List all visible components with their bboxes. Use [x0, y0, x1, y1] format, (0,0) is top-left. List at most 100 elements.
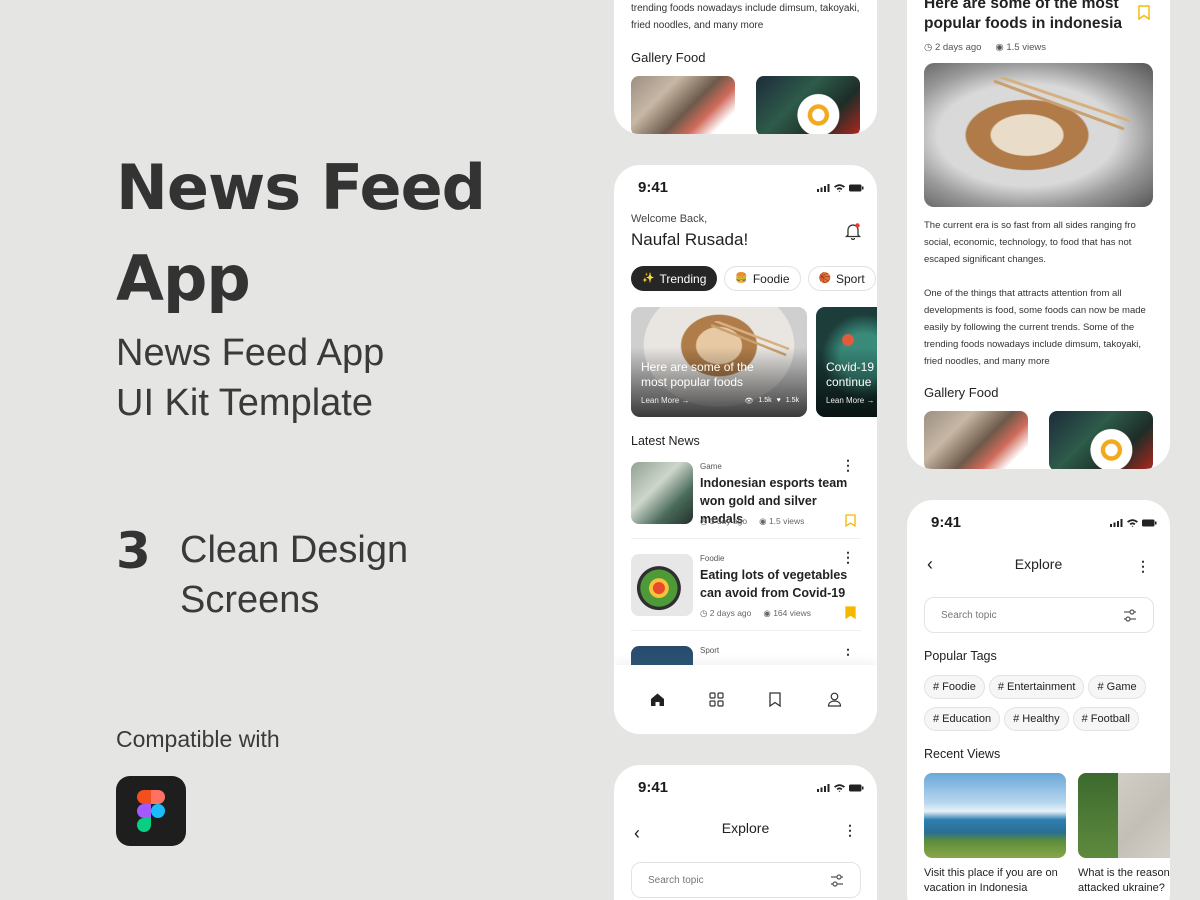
- recent-thumbnail: [924, 773, 1066, 858]
- tag-football[interactable]: # Football: [1072, 707, 1139, 731]
- gallery-image-1[interactable]: [924, 411, 1028, 469]
- news-meta: ◷ 2 days ago ◉ 164 views: [700, 608, 811, 618]
- more-options-icon[interactable]: ⋮: [1136, 559, 1150, 573]
- gallery-image-2[interactable]: [756, 76, 860, 134]
- wifi-icon: [1127, 518, 1138, 527]
- battery-icon: [849, 184, 864, 191]
- learn-more-link[interactable]: Lean More →: [641, 396, 689, 405]
- eye-icon: ◉: [759, 516, 767, 526]
- recent-item[interactable]: What is the reason attacked ukraine?: [1078, 773, 1170, 896]
- battery-icon: [849, 784, 864, 791]
- news-item[interactable]: Sport ⋮: [631, 646, 861, 666]
- heart-icon: ♥: [776, 397, 781, 404]
- tag-healthy[interactable]: # Healthy: [1004, 707, 1069, 731]
- featured-card-2[interactable]: Covid-19 continue Lean More →: [816, 307, 877, 417]
- explore-title: Explore: [721, 820, 770, 836]
- battery-icon: [1142, 519, 1157, 526]
- recent-thumbnail: [1078, 773, 1170, 858]
- tag-foodie[interactable]: # Foodie: [924, 675, 985, 699]
- explore-title: Explore: [1014, 556, 1063, 572]
- chip-label: Sport: [835, 271, 865, 286]
- headline-line2: popular foods in indonesia: [924, 15, 1123, 32]
- search-input[interactable]: Search topic: [924, 597, 1154, 633]
- feature-line1: Clean Design: [180, 529, 409, 571]
- filter-icon[interactable]: [830, 874, 844, 887]
- chip-label: Foodie: [752, 271, 790, 286]
- profile-icon[interactable]: [827, 692, 842, 707]
- tag-entertainment[interactable]: # Entertainment: [988, 675, 1085, 699]
- bottom-nav: [614, 665, 877, 734]
- sparkles-icon: ✨: [642, 273, 655, 284]
- featured-views: 1.5k: [758, 397, 772, 404]
- featured-stats: 👁 1.5k ♥ 1.5k: [744, 397, 799, 405]
- news-category: Sport: [700, 646, 720, 655]
- eye-icon: ◉: [995, 42, 1004, 53]
- promo-subtitle: News Feed App UI Kit Template: [116, 328, 384, 428]
- clock-icon: ◷: [924, 42, 933, 53]
- featured-title: Covid-19 continue: [826, 360, 875, 389]
- article-detail-screen: Here are some of the most popular foods …: [907, 0, 1170, 469]
- chip-label: Trending: [659, 271, 707, 286]
- welcome-text: Welcome Back,: [631, 213, 708, 225]
- recent-item[interactable]: Visit this place if you are on vacation …: [924, 773, 1066, 896]
- more-options-icon[interactable]: ⋮: [841, 550, 855, 564]
- para2-line2: developments is food, some foods can now…: [924, 305, 1146, 316]
- para2-line5: fried noodles, and many more: [924, 356, 1050, 367]
- more-options-icon[interactable]: ⋮: [843, 823, 857, 837]
- notification-bell-icon[interactable]: [844, 222, 862, 241]
- signal-icon: [817, 783, 830, 792]
- more-options-icon[interactable]: ⋮: [841, 458, 855, 472]
- promo-subtitle-line1: News Feed App: [116, 332, 385, 374]
- grid-icon[interactable]: [709, 692, 724, 707]
- tag-list: # Foodie # Entertainment # Game # Educat…: [924, 675, 1164, 739]
- gallery-image-2[interactable]: [1049, 411, 1153, 469]
- promo-title-line2: App: [116, 242, 251, 315]
- bookmark-nav-icon[interactable]: [769, 692, 781, 707]
- article-paragraph-2: One of the things that attracts attentio…: [924, 285, 1156, 370]
- signal-icon: [1110, 518, 1123, 527]
- article-time: 2 days ago: [934, 42, 982, 53]
- category-chips: ✨Trending 🍔Foodie 🏀Sport 🎮: [631, 266, 877, 291]
- clock-icon: ◷: [700, 516, 708, 526]
- para1-line1: The current era is so fast from all side…: [924, 220, 1136, 231]
- wifi-icon: [834, 783, 845, 792]
- bookmark-icon[interactable]: [1138, 5, 1150, 20]
- learn-more-link[interactable]: Lean More →: [826, 396, 874, 405]
- divider: [631, 630, 861, 631]
- eye-icon: ◉: [763, 608, 771, 618]
- promo-title: News Feed App: [116, 142, 486, 324]
- clock-icon: ◷: [700, 608, 708, 618]
- news-thumbnail: [631, 554, 693, 616]
- article-meta: ◷ 2 days ago ◉ 1.5 views: [924, 42, 1046, 53]
- filter-icon[interactable]: [1123, 609, 1137, 622]
- promo-subtitle-line2: UI Kit Template: [116, 382, 373, 424]
- latest-news-title: Latest News: [631, 434, 700, 448]
- more-options-icon[interactable]: ⋮: [841, 646, 855, 656]
- bookmark-icon[interactable]: [845, 514, 856, 527]
- bookmark-filled-icon[interactable]: [845, 606, 856, 619]
- news-thumbnail: [631, 462, 693, 524]
- status-bar: 9:41: [638, 179, 864, 196]
- tag-education[interactable]: # Education: [924, 707, 1001, 731]
- home-icon[interactable]: [650, 692, 665, 707]
- featured-card-1[interactable]: Here are some of the most popular foods …: [631, 307, 807, 417]
- tree-shape: [1078, 773, 1118, 858]
- chip-trending[interactable]: ✨ Trending: [631, 266, 718, 291]
- basketball-icon: 🏀: [818, 273, 831, 284]
- gallery-image-1[interactable]: [631, 76, 735, 134]
- tag-game[interactable]: # Game: [1088, 675, 1146, 699]
- news-item[interactable]: Foodie Eating lots of vegetables can avo…: [631, 550, 861, 634]
- compatible-label: Compatible with: [116, 726, 280, 752]
- user-name: Naufal Rusada!: [631, 230, 749, 249]
- featured-likes: 1.5k: [785, 397, 799, 404]
- news-item[interactable]: Game Indonesian esports team won gold an…: [631, 458, 861, 542]
- chip-foodie[interactable]: 🍔 Foodie: [724, 266, 801, 291]
- divider: [631, 538, 861, 539]
- gallery-title: Gallery Food: [924, 385, 999, 400]
- status-icons: [1110, 518, 1157, 527]
- search-input[interactable]: Search topic: [631, 862, 861, 898]
- recent-views-title: Recent Views: [924, 747, 1001, 761]
- chip-sport[interactable]: 🏀 Sport: [807, 266, 876, 291]
- status-icons: [817, 183, 864, 192]
- promo-title-line1: News Feed: [116, 151, 486, 224]
